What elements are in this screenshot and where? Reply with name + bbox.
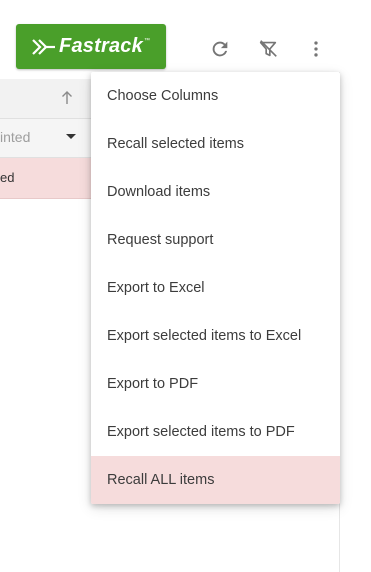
menu-item-recall-selected-items[interactable]: Recall selected items: [91, 120, 340, 168]
column-filter-select[interactable]: inted: [0, 129, 30, 145]
brand-trademark: ™: [143, 37, 150, 44]
menu-item-download-items[interactable]: Download items: [91, 168, 340, 216]
caret-down-icon[interactable]: [66, 134, 76, 139]
grid-column-header[interactable]: [0, 79, 92, 119]
menu-item-export-selected-to-pdf[interactable]: Export selected items to PDF: [91, 408, 340, 456]
double-chevron-logo-icon: [32, 38, 56, 55]
refresh-icon[interactable]: [208, 37, 232, 61]
fastrack-brand-button[interactable]: Fastrack ™: [16, 24, 166, 69]
filter-off-icon[interactable]: [256, 37, 280, 61]
menu-item-request-support[interactable]: Request support: [91, 216, 340, 264]
more-vert-icon[interactable]: [304, 37, 328, 61]
menu-item-export-to-pdf[interactable]: Export to PDF: [91, 360, 340, 408]
brand-name: Fastrack: [59, 35, 143, 57]
page: Fastrack ™ inted ed Choose Columns Recall…: [0, 0, 371, 572]
sort-up-arrow-icon[interactable]: [60, 90, 74, 106]
menu-item-recall-all-items[interactable]: Recall ALL items: [91, 456, 340, 504]
menu-item-choose-columns[interactable]: Choose Columns: [91, 72, 340, 120]
more-options-menu: Choose Columns Recall selected items Dow…: [91, 72, 340, 504]
menu-item-export-to-excel[interactable]: Export to Excel: [91, 264, 340, 312]
menu-item-export-selected-to-excel[interactable]: Export selected items to Excel: [91, 312, 340, 360]
table-cell: ed: [0, 170, 15, 185]
